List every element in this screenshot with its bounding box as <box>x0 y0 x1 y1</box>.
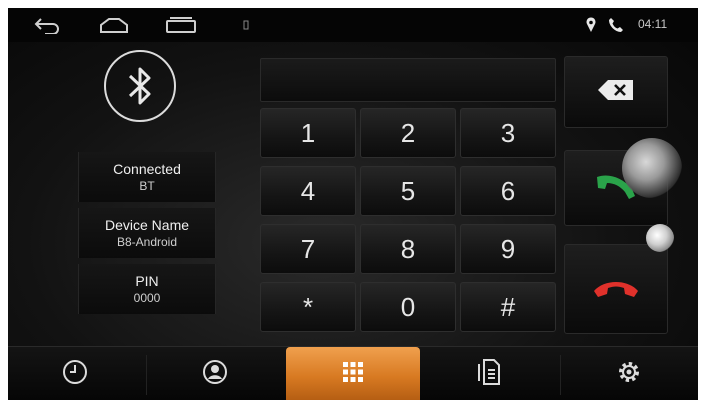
backspace-button[interactable] <box>564 56 668 128</box>
number-display[interactable] <box>260 58 556 102</box>
contact-icon <box>202 359 228 390</box>
phone-icon <box>608 14 624 36</box>
home-icon[interactable] <box>98 14 130 36</box>
status-bar: 04:11 <box>8 8 698 42</box>
call-log-icon <box>478 358 500 390</box>
nav-divider <box>560 355 561 395</box>
key-4[interactable]: 4 <box>260 166 356 216</box>
key-6[interactable]: 6 <box>460 166 556 216</box>
clock-icon <box>62 359 88 390</box>
hang-up-icon <box>592 275 640 304</box>
nav-divider <box>146 355 147 395</box>
device-name-card: Device Name B8-Android <box>78 208 216 258</box>
backspace-icon <box>596 78 636 107</box>
pin-value: 0000 <box>133 291 161 305</box>
clock-time: 04:11 <box>638 17 668 31</box>
pin-label: PIN <box>135 273 159 289</box>
nav-settings[interactable] <box>562 347 696 400</box>
floating-assistive-bubble[interactable] <box>622 138 682 198</box>
location-pin-icon <box>584 14 598 36</box>
connection-status-card: Connected BT <box>78 152 216 202</box>
notification-dot-icon <box>242 14 250 36</box>
bluetooth-icon <box>104 50 176 122</box>
dialer-screen: 04:11 Connected BT Device Name B8-Androi… <box>8 8 698 400</box>
hang-up-button[interactable] <box>564 244 668 334</box>
keypad: 1 2 3 4 5 6 7 8 9 * 0 # <box>260 108 560 340</box>
nav-dialpad[interactable] <box>286 347 420 400</box>
key-5[interactable]: 5 <box>360 166 456 216</box>
key-3[interactable]: 3 <box>460 108 556 158</box>
back-icon[interactable] <box>32 14 62 36</box>
key-0[interactable]: 0 <box>360 282 456 332</box>
nav-recents[interactable] <box>8 347 142 400</box>
key-hash[interactable]: # <box>460 282 556 332</box>
device-name-value: B8-Android <box>116 235 178 249</box>
nav-call-log[interactable] <box>422 347 556 400</box>
pin-card: PIN 0000 <box>78 264 216 314</box>
connection-label: Connected <box>113 161 181 177</box>
recent-apps-icon[interactable] <box>164 14 198 36</box>
gear-icon <box>616 359 642 390</box>
nav-contacts[interactable] <box>148 347 282 400</box>
key-8[interactable]: 8 <box>360 224 456 274</box>
dialpad-icon <box>341 360 365 389</box>
bottom-nav <box>8 346 698 400</box>
key-star[interactable]: * <box>260 282 356 332</box>
device-name-label: Device Name <box>104 217 190 233</box>
key-2[interactable]: 2 <box>360 108 456 158</box>
key-1[interactable]: 1 <box>260 108 356 158</box>
connection-value: BT <box>139 179 155 193</box>
key-9[interactable]: 9 <box>460 224 556 274</box>
floating-small-bubble[interactable] <box>646 224 674 252</box>
key-7[interactable]: 7 <box>260 224 356 274</box>
